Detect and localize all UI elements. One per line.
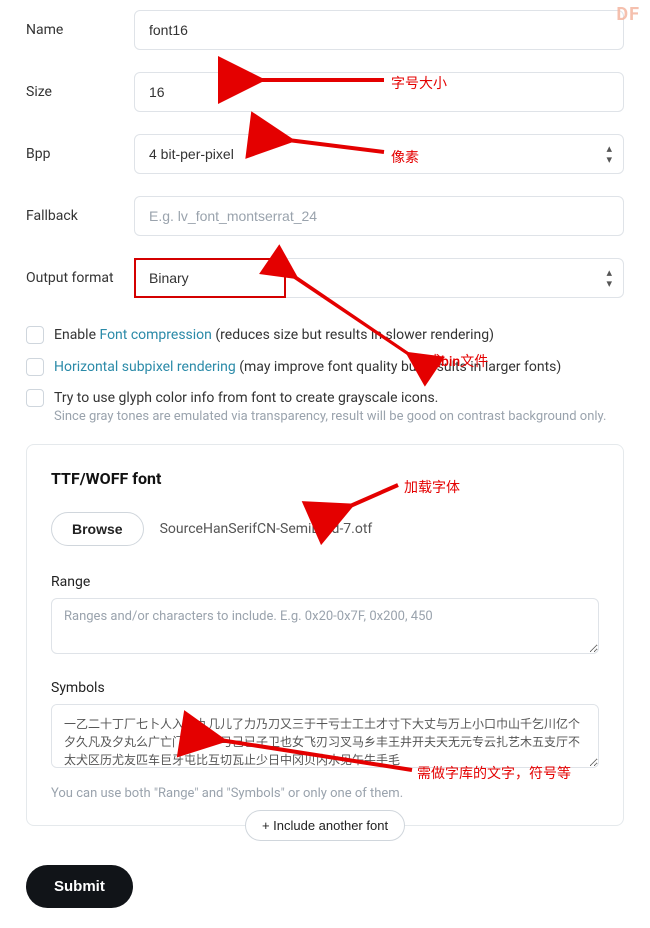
font-card: TTF/WOFF font Browse SourceHanSerifCN-Se… [26, 444, 624, 826]
browse-button[interactable]: Browse [51, 512, 144, 546]
size-label: Size [26, 84, 134, 100]
range-label: Range [51, 574, 599, 590]
name-label: Name [26, 22, 134, 38]
glyph-color-label: Try to use glyph color info from font to… [54, 389, 438, 409]
output-format-label: Output format [26, 270, 134, 286]
selected-file-name: SourceHanSerifCN-SemiBold-7.otf [160, 521, 373, 537]
bpp-label: Bpp [26, 146, 134, 162]
symbols-label: Symbols [51, 680, 599, 696]
glyph-color-checkbox[interactable] [26, 389, 44, 407]
card-title: TTF/WOFF font [51, 469, 599, 488]
enable-compression-checkbox[interactable] [26, 326, 44, 344]
fallback-input[interactable] [134, 196, 624, 236]
bpp-select[interactable]: 4 bit-per-pixel [134, 134, 624, 174]
glyph-color-hint: Since gray tones are emulated via transp… [54, 409, 624, 424]
subpixel-rendering-label: Horizontal subpixel rendering (may impro… [54, 358, 561, 378]
include-another-font-button[interactable]: + Include another font [245, 810, 405, 841]
symbols-textarea[interactable] [51, 704, 599, 768]
output-format-select[interactable]: Binary [134, 258, 624, 298]
submit-button[interactable]: Submit [26, 865, 133, 908]
range-textarea[interactable] [51, 598, 599, 654]
name-input[interactable] [134, 10, 624, 50]
size-input[interactable] [134, 72, 624, 112]
fallback-label: Fallback [26, 208, 134, 224]
enable-compression-label: Enable Font compression (reduces size bu… [54, 326, 494, 346]
subpixel-rendering-checkbox[interactable] [26, 358, 44, 376]
card-hint: You can use both "Range" and "Symbols" o… [51, 786, 599, 801]
